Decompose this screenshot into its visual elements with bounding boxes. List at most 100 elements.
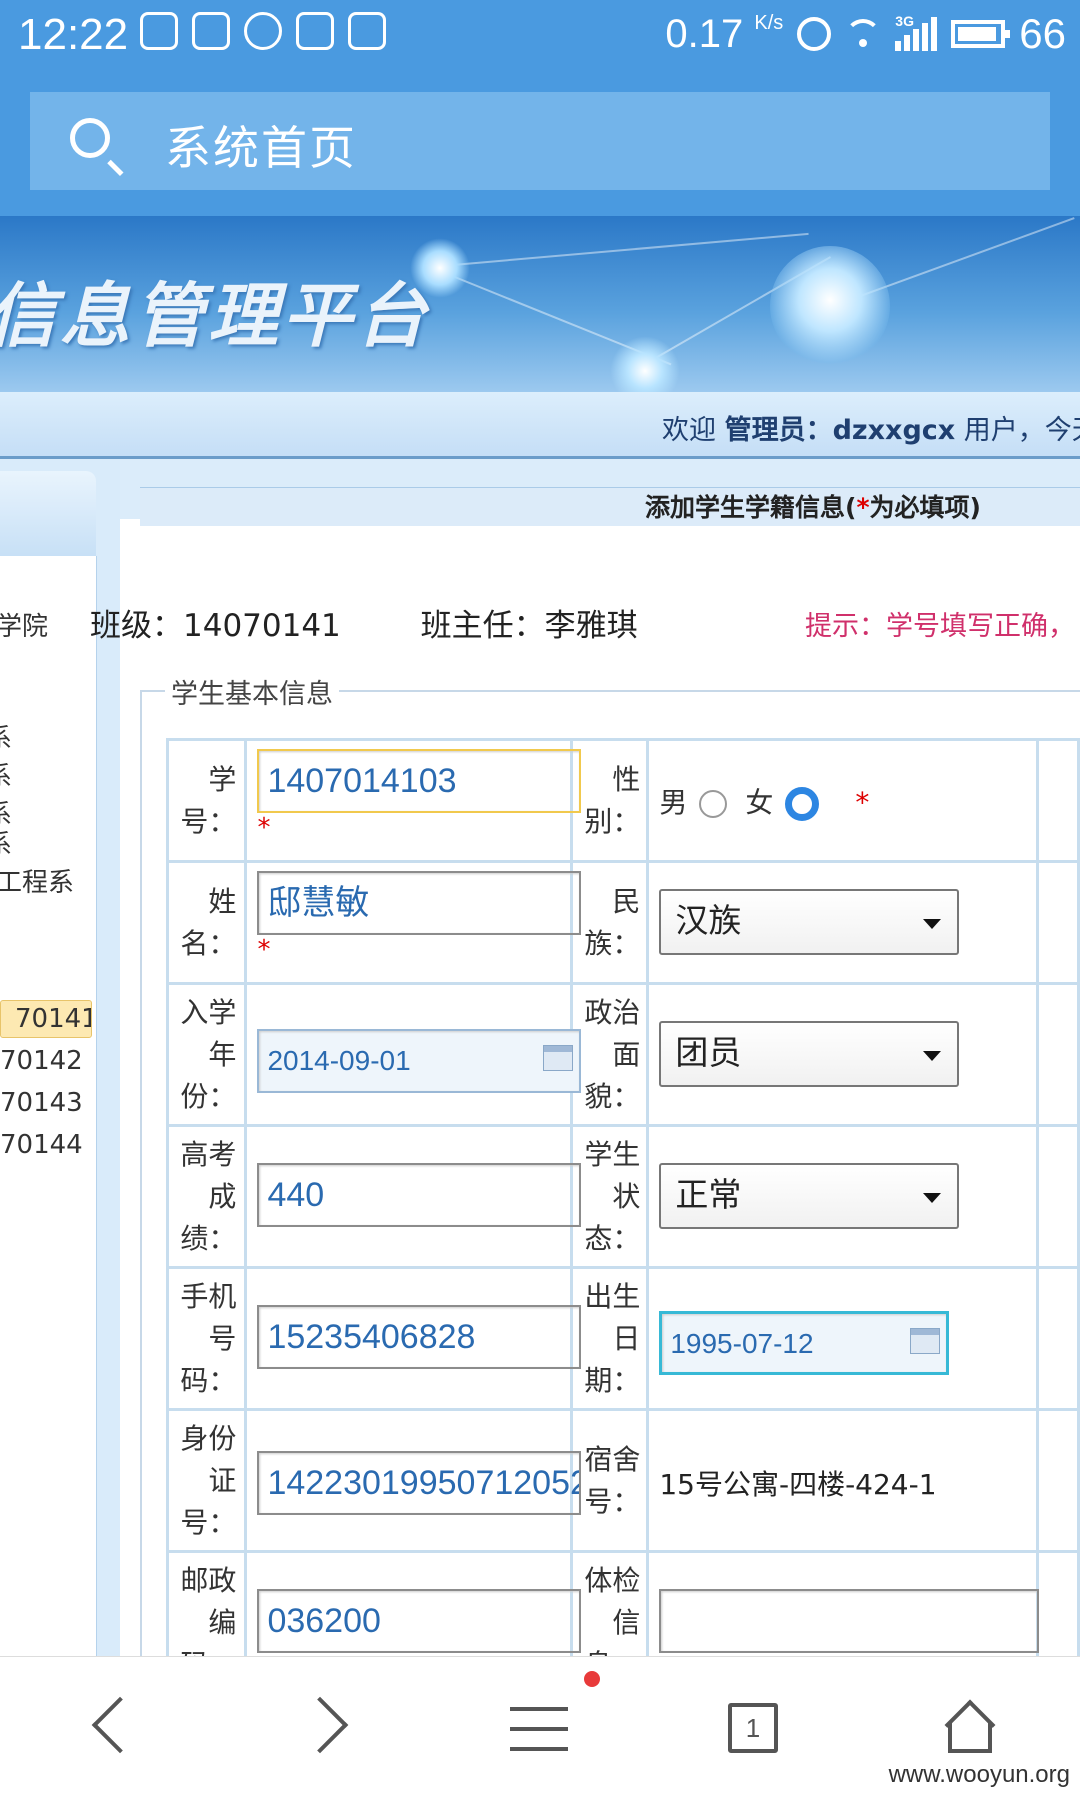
gender-male-radio[interactable]: [699, 789, 728, 818]
page-title: 系统首页: [165, 121, 357, 175]
sidebar-class[interactable]: 70143: [0, 1088, 96, 1118]
ethnicity-select[interactable]: 汉族: [659, 889, 960, 955]
status-label: 学生状态：: [569, 1124, 650, 1269]
gaokao-label: 高考成绩：: [165, 1124, 248, 1269]
sidebar-item[interactable]: 工程系: [0, 862, 92, 899]
gaokao-input[interactable]: 440: [257, 1163, 582, 1227]
enroll-year-cell: 2014-09-01: [244, 982, 582, 1127]
required-mark: *: [257, 813, 271, 843]
status-select[interactable]: 正常: [659, 1163, 960, 1229]
calendar-icon[interactable]: [910, 1328, 941, 1354]
forward-icon[interactable]: [291, 1696, 349, 1754]
extra-cell: [1035, 1266, 1080, 1411]
name-input[interactable]: 邸慧敏: [257, 871, 582, 935]
watermark: www.wooyun.org: [888, 1761, 1070, 1788]
phone-input[interactable]: 15235406828: [257, 1305, 582, 1369]
form-title: 添加学生学籍信息(*为必填项): [645, 493, 981, 522]
political-label: 政治面貌：: [569, 982, 650, 1127]
chevron-down-icon: [923, 1051, 942, 1061]
site-brand: 信息管理平台: [0, 275, 430, 357]
sidebar-tab[interactable]: [0, 471, 96, 556]
name-label: 姓名：: [165, 860, 248, 985]
extra-cell: [1035, 1408, 1080, 1553]
search-icon: [70, 118, 110, 158]
banner-globe: [610, 336, 680, 392]
sidebar-item[interactable]: 系: [0, 824, 12, 861]
home-icon[interactable]: [944, 1701, 996, 1755]
sidebar-panel: 学院 系 系 系 系 工程系 70141 70142 70143 70144: [0, 556, 97, 1656]
sidebar-class-selected[interactable]: 70141: [0, 1000, 92, 1038]
name-cell: 邸慧敏 *: [244, 860, 582, 985]
phone-label: 手机号码：: [165, 1266, 248, 1411]
gender-female-label: 女: [745, 785, 774, 819]
sidebar-item[interactable]: 系: [0, 756, 12, 793]
extra-cell: [1035, 738, 1080, 863]
status-right: 0.17 K/s 3G 66: [665, 10, 1066, 58]
browser-toolbar: 系统首页: [0, 72, 1080, 216]
class-number: 14070141: [183, 608, 341, 644]
ethnicity-label: 民族：: [569, 860, 650, 985]
site-banner: 信息管理平台: [0, 216, 1080, 392]
app-notification-icon: [140, 12, 178, 50]
welcome-text: 欢迎 管理员：dzxxgcx 用户，今天: [662, 415, 1080, 446]
political-select[interactable]: 团员: [659, 1021, 960, 1087]
student-no-cell: 1407014103 *: [244, 738, 582, 863]
back-icon[interactable]: [91, 1696, 149, 1754]
menu-icon[interactable]: [510, 1707, 568, 1767]
postcode-input[interactable]: 036200: [257, 1589, 582, 1653]
sidebar-item[interactable]: 系: [0, 718, 12, 755]
enroll-date-input[interactable]: 2014-09-01: [257, 1029, 582, 1093]
notification-dot: [584, 1671, 600, 1687]
required-mark: *: [855, 785, 870, 819]
ethnicity-cell: 汉族: [646, 860, 1039, 985]
tip-text: 提示：学号填写正确，: [805, 611, 1075, 642]
sidebar-class[interactable]: 70142: [0, 1046, 96, 1076]
sidebar-class[interactable]: 70144: [0, 1130, 96, 1160]
idcard-label: 身份证号：: [165, 1408, 248, 1553]
welcome-bar: 欢迎 管理员：dzxxgcx 用户，今天: [0, 392, 1080, 459]
political-cell: 团员: [646, 982, 1039, 1127]
student-form: 学号： 1407014103 * 性别： 男 女 * 姓名： 邸慧敏 * 民族： 汉…: [165, 738, 1080, 1695]
enroll-year-label: 入学年份：: [165, 982, 248, 1127]
address-bar[interactable]: 系统首页: [30, 92, 1050, 190]
gender-female-radio[interactable]: [785, 786, 820, 821]
status-cell: 正常: [646, 1124, 1039, 1269]
idcard-input[interactable]: 142230199507120523: [257, 1451, 582, 1515]
banner-globe: [770, 246, 890, 366]
student-no-label: 学号：: [165, 738, 248, 863]
status-bar: 12:22 0.17 K/s 3G 66: [0, 0, 1080, 72]
wifi-icon: [845, 19, 882, 49]
dorm-label: 宿舍号：: [569, 1408, 650, 1553]
battery-level: 66: [1019, 10, 1066, 57]
sidebar-item[interactable]: 学院: [0, 606, 92, 643]
birth-cell: 1995-07-12: [646, 1266, 1039, 1411]
signal-icon: 3G: [895, 13, 938, 51]
class-info: 班级：14070141 班主任：李雅琪: [90, 608, 638, 644]
calendar-icon[interactable]: [543, 1045, 574, 1071]
gender-male-label: 男: [659, 785, 688, 819]
tabs-icon[interactable]: 1: [728, 1703, 778, 1753]
extra-cell: [1035, 860, 1080, 985]
alarm-icon: [797, 17, 832, 51]
physical-input[interactable]: [659, 1589, 1040, 1653]
dorm-value: 15号公寓-四楼-424-1: [659, 1468, 937, 1501]
gender-cell: 男 女 *: [646, 738, 1039, 863]
student-no-input[interactable]: 1407014103: [257, 749, 582, 813]
birth-label: 出生日期：: [569, 1266, 650, 1411]
gender-label: 性别：: [569, 738, 650, 863]
birth-date-input[interactable]: 1995-07-12: [659, 1311, 950, 1375]
image-notification-icon: [192, 12, 230, 50]
clock: 12:22: [18, 10, 129, 59]
banner-decoration: [429, 232, 809, 268]
form-header: 添加学生学籍信息(*为必填项): [140, 487, 1080, 526]
teacher-name: 李雅琪: [544, 608, 638, 644]
browser-navbar: 1 www.wooyun.org: [0, 1656, 1080, 1801]
dorm-cell: 15号公寓-四楼-424-1: [646, 1408, 1039, 1553]
battery-icon: [951, 20, 1011, 48]
s-notification-icon: [348, 12, 386, 50]
required-mark: *: [257, 935, 271, 965]
extra-cell: [1035, 982, 1080, 1127]
network-speed: 0.17 K/s: [665, 11, 784, 56]
idcard-cell: 142230199507120523: [244, 1408, 582, 1553]
notification-icons: [140, 12, 386, 50]
